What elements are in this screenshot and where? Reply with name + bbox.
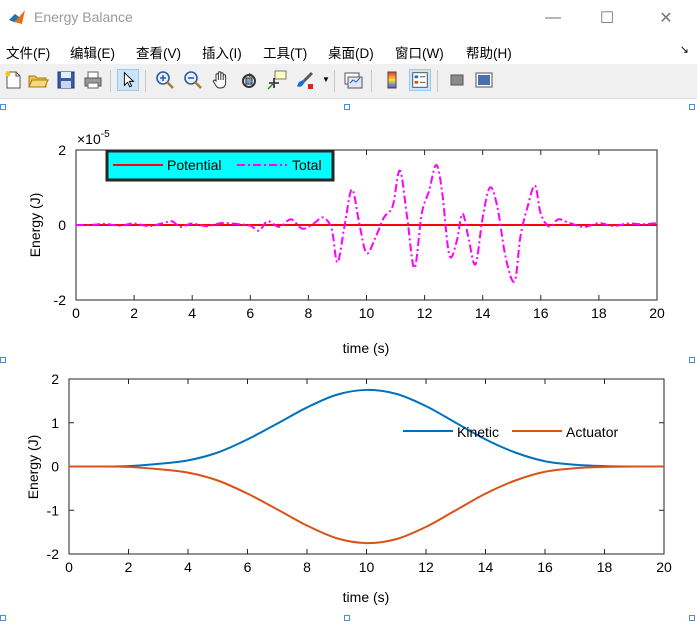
new-figure-icon[interactable] xyxy=(2,69,24,91)
save-icon[interactable] xyxy=(55,69,77,91)
menu-window[interactable]: 窗口(W) xyxy=(395,42,444,62)
legend-label-kinetic: Kinetic xyxy=(457,424,499,440)
x-tick-label: 14 xyxy=(475,305,491,321)
bottom-axes-box xyxy=(68,378,665,555)
y-tick-label: 2 xyxy=(58,142,66,158)
x-tick-label: 12 xyxy=(417,305,433,321)
bottom-ylabel: Energy (J) xyxy=(25,435,41,500)
bottom-axes[interactable]: 0 2 4 6 8 10 12 14 16 18 20 210-1-2 time (s) Energ… xyxy=(25,371,672,605)
x-tick-label: 8 xyxy=(303,559,311,575)
top-ylabel: Energy (J) xyxy=(27,193,43,258)
menu-desktop[interactable]: 桌面(D) xyxy=(328,42,374,62)
top-exponent-label: ×10-5 xyxy=(77,129,110,147)
toolbar-separator xyxy=(334,70,335,92)
brush-dropdown-arrow-icon[interactable]: ▼ xyxy=(322,75,330,84)
colorbar-icon[interactable] xyxy=(381,69,403,91)
y-tick-label: 2 xyxy=(51,371,59,387)
pointer-icon[interactable] xyxy=(117,69,139,91)
y-tick-label: 0 xyxy=(58,217,66,233)
x-tick-label: 12 xyxy=(418,559,434,575)
matlab-logo-icon xyxy=(9,10,25,24)
hide-plot-tools-icon[interactable] xyxy=(446,69,468,91)
menu-tools[interactable]: 工具(T) xyxy=(263,42,307,62)
x-tick-label: 18 xyxy=(597,559,613,575)
x-tick-label: 14 xyxy=(478,559,494,575)
toolbar-separator xyxy=(110,70,111,92)
figure-canvas: 0 2 4 6 8 10 12 14 16 18 20 2 0 -2 time (s) Energy (… xyxy=(0,99,697,625)
toolbar-separator xyxy=(145,70,146,92)
data-cursor-icon[interactable] xyxy=(266,69,288,91)
brush-icon[interactable] xyxy=(294,69,316,91)
legend-label-actuator: Actuator xyxy=(566,424,618,440)
bottom-xlabel: time (s) xyxy=(343,589,390,605)
x-tick-label: 0 xyxy=(72,305,80,321)
x-tick-label: 10 xyxy=(359,305,375,321)
zoom-in-icon[interactable] xyxy=(154,69,176,91)
figure-toolbar: ▼ xyxy=(0,64,697,99)
x-tick-label: 4 xyxy=(184,559,192,575)
zoom-out-icon[interactable] xyxy=(182,69,204,91)
minimize-button[interactable]: — xyxy=(530,0,576,36)
open-folder-icon[interactable] xyxy=(27,69,49,91)
x-tick-label: 20 xyxy=(656,559,672,575)
maximize-button[interactable]: ☐ xyxy=(584,0,630,36)
title-bar: Energy Balance — ☐ ✕ xyxy=(0,0,697,36)
pan-hand-icon[interactable] xyxy=(210,69,232,91)
x-tick-label: 6 xyxy=(244,559,252,575)
menu-help[interactable]: 帮助(H) xyxy=(466,42,512,62)
link-plot-icon[interactable] xyxy=(342,69,364,91)
y-tick-label: 0 xyxy=(51,459,59,475)
menu-edit[interactable]: 编辑(E) xyxy=(70,42,115,62)
toolbar-separator xyxy=(371,70,372,92)
top-legend[interactable]: Potential Total xyxy=(105,149,335,182)
top-xlabel: time (s) xyxy=(343,340,390,356)
y-tick-label: -1 xyxy=(47,502,60,518)
y-tick-label: -2 xyxy=(47,546,60,562)
y-tick-label: 1 xyxy=(51,415,59,431)
menu-file[interactable]: 文件(F) xyxy=(6,42,50,62)
x-tick-label: 18 xyxy=(591,305,607,321)
close-button[interactable]: ✕ xyxy=(643,0,689,36)
legend-label-total: Total xyxy=(292,157,322,173)
menu-view[interactable]: 查看(V) xyxy=(136,42,181,62)
x-tick-label: 16 xyxy=(537,559,553,575)
x-tick-label: 4 xyxy=(188,305,196,321)
x-tick-label: 6 xyxy=(246,305,254,321)
rotate-3d-icon[interactable] xyxy=(238,69,260,91)
x-tick-label: 2 xyxy=(125,559,133,575)
top-axes[interactable]: 0 2 4 6 8 10 12 14 16 18 20 20-2 time (s) Energy (… xyxy=(27,129,665,356)
x-tick-label: 10 xyxy=(359,559,375,575)
menu-insert[interactable]: 插入(I) xyxy=(202,42,242,62)
x-tick-label: 20 xyxy=(649,305,665,321)
x-tick-label: 8 xyxy=(305,305,313,321)
x-tick-label: 2 xyxy=(130,305,138,321)
dock-arrow-icon[interactable]: ↘ xyxy=(680,43,689,56)
print-icon[interactable] xyxy=(82,69,104,91)
toolbar-separator xyxy=(437,70,438,92)
x-tick-label: 0 xyxy=(65,559,73,575)
x-tick-label: 16 xyxy=(533,305,549,321)
window-title: Energy Balance xyxy=(34,9,133,25)
show-plot-tools-icon[interactable] xyxy=(473,69,495,91)
plots-svg: 0 2 4 6 8 10 12 14 16 18 20 20-2 time (s) Energy (… xyxy=(25,129,672,605)
y-tick-label: -2 xyxy=(54,292,67,308)
legend-label-potential: Potential xyxy=(167,157,221,173)
menu-bar: 文件(F) 编辑(E) 查看(V) 插入(I) 工具(T) 桌面(D) 窗口(W… xyxy=(0,36,697,64)
legend-icon[interactable] xyxy=(409,69,431,91)
